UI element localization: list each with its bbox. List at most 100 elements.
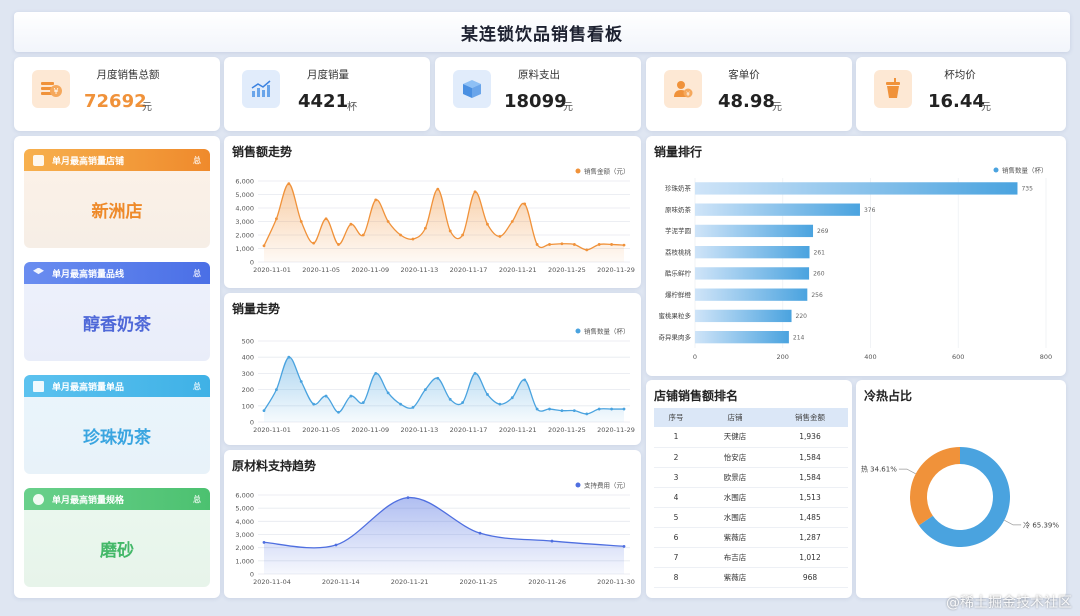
table-cell: 紫薇店 <box>698 527 772 548</box>
section-title: 店铺销售额排名 <box>654 389 739 403</box>
table-cell: 布吉店 <box>698 547 772 568</box>
kpi-unit: 元 <box>142 102 152 113</box>
bar-value-label: 260 <box>813 271 825 278</box>
data-point <box>498 234 502 238</box>
x-tick-label: 2020-11-21 <box>391 578 429 586</box>
data-point <box>411 237 415 241</box>
table-cell: 968 <box>772 567 848 588</box>
x-tick-label: 2020-11-17 <box>450 426 488 434</box>
x-tick-label: 2020-11-04 <box>253 578 291 586</box>
data-point <box>622 544 626 548</box>
category-label: 奇异果肉多 <box>659 332 692 341</box>
volume-trend-chart: 销售数量（杯）50040030020010002020-11-01 2020-11… <box>242 327 635 435</box>
highlight-card-spec: 单月最高销量规格 总 磨砂 <box>24 488 210 587</box>
kpi-value: 16.44 <box>928 91 985 112</box>
bar <box>695 246 810 259</box>
data-point <box>572 243 576 246</box>
y-tick-label: 1,000 <box>235 557 254 565</box>
data-point <box>337 243 340 246</box>
x-tick-label: 2020-11-05 <box>302 266 340 274</box>
table-row: 3 欧景店 1,584 <box>654 467 848 488</box>
data-point <box>622 407 626 411</box>
kpi-card-sales-total: ¥ 月度销售总额 72692 元 <box>14 57 220 131</box>
data-point <box>312 241 316 245</box>
leader-line <box>898 468 916 475</box>
highlight-tail: 总 <box>193 268 201 278</box>
x-tick-label: 2020-11-30 <box>597 578 635 586</box>
cup-icon <box>874 70 912 108</box>
gift-icon <box>33 380 44 392</box>
x-tick-label: 2020-11-13 <box>401 426 439 434</box>
x-tick-label: 200 <box>777 353 789 361</box>
category-label: 酷乐鲜柠 <box>665 269 692 278</box>
data-point <box>448 397 452 401</box>
data-point <box>275 217 278 221</box>
kpi-value: 18099 <box>504 91 567 112</box>
x-tick-label: 2020-11-01 <box>253 266 291 274</box>
table-cell: 1,012 <box>772 547 848 568</box>
highlight-value: 新洲店 <box>91 202 143 222</box>
x-tick-label: 2020-11-17 <box>450 266 488 274</box>
bar-value-label: 214 <box>793 334 805 341</box>
data-point <box>386 391 390 395</box>
highlight-tail: 总 <box>193 155 201 165</box>
svg-text:¥: ¥ <box>53 87 58 96</box>
volume-trend-panel: 销量走势 销售数量（杯） 500 400 300 200 100 0 2020-11-01 20… <box>224 293 641 445</box>
data-point <box>399 402 402 406</box>
data-point <box>334 543 338 547</box>
x-tick-label: 2020-11-25 <box>460 578 498 586</box>
data-point <box>324 217 328 221</box>
data-point <box>262 244 266 248</box>
x-tick-label: 2020-11-25 <box>548 426 586 434</box>
bar <box>695 267 810 280</box>
table-cell: 天健店 <box>698 427 772 448</box>
kpi-unit: 元 <box>563 102 573 113</box>
x-tick-label: 2020-11-29 <box>597 266 635 274</box>
data-point <box>287 355 291 359</box>
data-point <box>560 242 564 246</box>
sales-trend-chart: 销售金额（元）6,0005,0004,0003,0002,0001,000020… <box>235 167 635 275</box>
legend-marker <box>575 328 581 334</box>
data-point <box>560 409 564 413</box>
kpi-card-material-cost: 原料支出 18099 元 <box>435 57 641 131</box>
bar-value-label: 269 <box>817 228 829 235</box>
category-label: 原味奶茶 <box>665 205 692 214</box>
y-tick-label: 5,000 <box>235 505 254 513</box>
x-tick-label: 400 <box>864 353 876 361</box>
slice-label: 热 34.61% <box>861 465 897 474</box>
y-tick-label: 300 <box>242 370 254 378</box>
data-point <box>548 407 551 411</box>
x-tick-label: 2020-11-29 <box>597 426 635 434</box>
data-point <box>262 409 266 413</box>
data-point <box>461 401 465 404</box>
kpi-card-cup-price: 杯均价 16.44 元 <box>856 57 1066 131</box>
table-cell: 1,584 <box>772 447 848 468</box>
data-point <box>411 406 415 409</box>
bar-value-label: 261 <box>814 249 826 256</box>
watermark: @稀土掘金技术社区 <box>946 595 1072 611</box>
data-point <box>287 182 291 186</box>
kpi-label: 月度销售总额 <box>96 69 160 81</box>
box-icon <box>453 70 491 108</box>
material-trend-panel: 原材料支持趋势 支持费用（元） 6,000 5,000 4,000 3,000 2,000… <box>224 450 641 598</box>
table-cell: 欧景店 <box>698 467 772 488</box>
legend-marker <box>575 168 581 174</box>
y-tick-label: 200 <box>242 386 254 394</box>
ranking-chart: 销售数量（杯） 0 200 400 600 800 珍珠奶茶 735 原味奶茶 376 芋泥芋圆 26… <box>659 166 1053 362</box>
data-point <box>486 393 489 396</box>
data-point <box>478 531 482 535</box>
bar-value-label: 376 <box>864 207 876 214</box>
x-tick-label: 2020-11-05 <box>302 426 340 434</box>
bar <box>695 203 860 216</box>
x-tick-label: 2020-11-21 <box>499 426 537 434</box>
table-header-cell: 店铺 <box>698 408 772 427</box>
kpi-card-volume: 月度销量 4421 杯 <box>224 57 430 131</box>
table-cell: 1,513 <box>772 487 848 508</box>
highlight-tail: 总 <box>193 381 201 391</box>
data-point <box>510 396 514 400</box>
data-point <box>406 496 410 500</box>
store-icon <box>33 154 44 166</box>
table-row: 7 布吉店 1,012 <box>654 547 848 568</box>
highlight-tail: 总 <box>193 494 201 504</box>
sales-trend-panel: 销售额走势 销售金额（元） 6,000 5,000 4,000 3,000 2,000 1,… <box>224 136 641 288</box>
